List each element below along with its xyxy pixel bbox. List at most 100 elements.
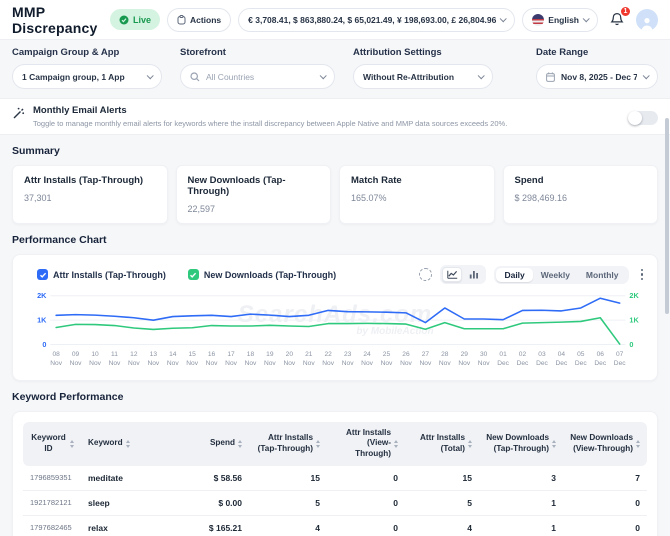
sort-icon[interactable] (636, 440, 640, 448)
sort-icon[interactable] (394, 440, 398, 448)
live-badge-label: Live (132, 14, 151, 25)
svg-text:0: 0 (42, 340, 46, 349)
sort-icon[interactable] (316, 440, 320, 448)
svg-text:Nov: Nov (303, 360, 315, 367)
performance-chart[interactable]: 0 0 1K 1K 2K 2K 08 Nov 09 Nov 10 Nov 11 Nov 12 Nov 13 Nov… (23, 288, 647, 374)
svg-text:Nov: Nov (109, 360, 121, 367)
app-header: MMP Discrepancy Live Actions € 3,708.41,… (0, 0, 670, 40)
chevron-down-icon (642, 72, 650, 80)
sort-icon[interactable] (468, 440, 472, 448)
chevron-down-icon (477, 72, 485, 80)
calendar-icon (546, 71, 555, 82)
column-header-sort[interactable]: Keyword ID (23, 421, 81, 466)
attribution-select[interactable]: Without Re-Attribution (353, 64, 493, 89)
svg-text:24: 24 (363, 351, 371, 358)
svg-text:14: 14 (169, 351, 177, 358)
period-monthly[interactable]: Monthly (578, 268, 627, 282)
column-header-sort[interactable]: New Downloads (Tap-Through) (479, 421, 563, 466)
date-range-picker[interactable]: Nov 8, 2025 - Dec 7, 2025 (536, 64, 658, 89)
value-cell: 0 (563, 515, 647, 536)
more-options-icon[interactable] (637, 267, 648, 283)
column-header-sort[interactable]: New Downloads (View-Through) (563, 421, 647, 466)
table-row: 1796859351 meditate $ 58.56 15 0 15 3 7 (23, 465, 647, 491)
storefront-value: All Countries (206, 71, 255, 82)
svg-text:2K: 2K (629, 291, 639, 300)
currency-dropdown[interactable]: € 3,708.41, $ 863,880.24, $ 65,021.49, ¥… (238, 7, 516, 32)
svg-text:Nov: Nov (283, 360, 295, 367)
page-title: MMP Discrepancy (12, 3, 98, 36)
period-daily[interactable]: Daily (496, 267, 533, 282)
keyword-id-cell: 1796859351 (23, 465, 81, 491)
filter-bar: Campaign Group & App 1 Campaign group, 1… (0, 40, 670, 98)
svg-text:Nov: Nov (400, 360, 412, 367)
bar-chart-button[interactable] (464, 267, 484, 282)
checkbox-checked-icon[interactable] (187, 269, 199, 280)
summary-card: Match Rate 165.07% (339, 165, 495, 224)
avatar[interactable] (636, 8, 658, 31)
filter-label: Campaign Group & App (12, 47, 120, 58)
bar-chart-icon (470, 271, 479, 279)
value-cell: 1 (479, 490, 563, 516)
monthly-email-alerts-banner: Monthly Email Alerts Toggle to manage mo… (0, 98, 670, 135)
storefront-select[interactable]: All Countries (180, 64, 335, 89)
svg-text:21: 21 (305, 351, 313, 358)
summary-card-value: 165.07% (351, 193, 387, 203)
value-cell: 15 (249, 465, 327, 491)
scrollbar-thumb[interactable] (665, 118, 669, 314)
notifications-button[interactable]: 1 (605, 5, 631, 32)
summary-card-label: Attr Installs (Tap-Through) (24, 175, 144, 186)
sort-icon[interactable] (125, 440, 130, 448)
column-header-sort[interactable]: Keyword (81, 421, 189, 466)
sort-icon[interactable] (552, 440, 556, 448)
keyword-id-cell: 1797682465 (23, 515, 81, 536)
line-chart-button[interactable] (442, 267, 463, 282)
svg-text:Nov: Nov (245, 360, 257, 367)
value-cell: $ 165.21 (189, 515, 249, 536)
column-header-sort[interactable]: Spend (189, 421, 249, 466)
svg-text:Nov: Nov (342, 360, 354, 367)
svg-text:Nov: Nov (264, 360, 276, 367)
summary-cards: Attr Installs (Tap-Through) 37,301 New Dow… (12, 165, 658, 224)
value-cell: 4 (405, 515, 479, 536)
checkbox-checked-icon[interactable] (37, 269, 48, 280)
column-header-sort[interactable]: Attr Installs (Total) (405, 421, 479, 466)
email-alerts-toggle[interactable] (628, 111, 658, 125)
sort-icon[interactable] (238, 440, 242, 448)
svg-text:Nov: Nov (458, 360, 470, 367)
chart-type-toggle (440, 265, 487, 284)
campaign-group-select[interactable]: 1 Campaign group, 1 App (12, 64, 162, 89)
svg-text:22: 22 (324, 351, 332, 358)
column-label: New Downloads (View-Through) (570, 433, 633, 453)
column-header-sort[interactable]: Attr Installs (Tap-Through) (249, 421, 327, 466)
chevron-down-icon (582, 15, 590, 23)
svg-text:27: 27 (422, 351, 430, 358)
sort-icon[interactable] (70, 440, 74, 448)
svg-text:07: 07 (616, 351, 624, 358)
language-dropdown[interactable]: English (522, 7, 598, 32)
legend-new-downloads[interactable]: New Downloads (Tap-Through) (187, 269, 337, 280)
header-actions: Live Actions € 3,708.41, $ 863,880.24, $… (109, 5, 658, 32)
fullscreen-icon[interactable] (419, 268, 433, 281)
legend-attr-installs[interactable]: Attr Installs (Tap-Through) (37, 269, 166, 280)
column-label: Attr Installs (View-Through) (345, 427, 391, 459)
svg-text:Nov: Nov (147, 360, 159, 367)
legend-label: New Downloads (Tap-Through) (203, 269, 337, 280)
attribution-value: Without Re-Attribution (363, 71, 455, 82)
value-cell: 0 (327, 515, 405, 536)
svg-text:30: 30 (480, 351, 488, 358)
svg-text:29: 29 (461, 351, 469, 358)
email-alerts-description: Toggle to manage monthly email alerts fo… (33, 119, 508, 128)
keyword-table-card: Keyword ID Keyword Spend Attr Installs (Tap… (12, 410, 658, 536)
column-header-sort[interactable]: Attr Installs (View-Through) (327, 421, 405, 466)
filter-campaign-group: Campaign Group & App 1 Campaign group, 1… (12, 47, 162, 89)
actions-button[interactable]: Actions (166, 7, 232, 32)
value-cell: 5 (249, 490, 327, 516)
actions-icon (177, 14, 186, 24)
chart-toolbar: Daily Weekly Monthly (419, 265, 647, 284)
svg-text:Nov: Nov (167, 360, 179, 367)
performance-chart-section: Performance Chart SearchAds.com by Mobil… (0, 224, 670, 381)
period-weekly[interactable]: Weekly (533, 268, 578, 282)
period-selector: Daily Weekly Monthly (494, 265, 629, 284)
keyword-table: Keyword ID Keyword Spend Attr Installs (Tap… (23, 421, 647, 536)
table-row: 1921782121 sleep $ 0.00 5 0 5 1 0 (23, 490, 647, 516)
